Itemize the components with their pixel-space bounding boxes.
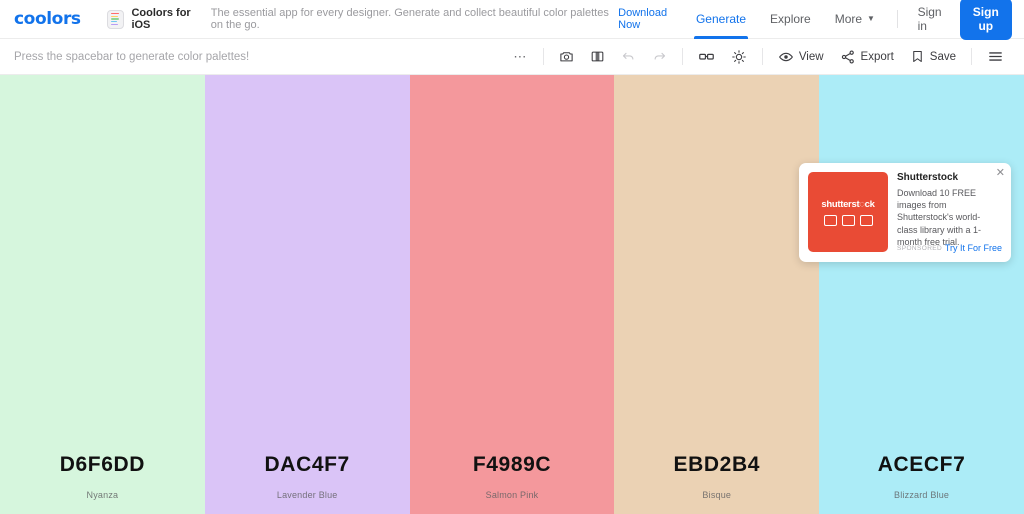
brightness-button[interactable]	[723, 45, 755, 69]
bookmark-icon	[913, 50, 922, 63]
nav-divider	[896, 10, 898, 28]
view-label: View	[798, 50, 824, 63]
colorblind-button[interactable]	[690, 44, 723, 69]
swatch-name-5: Blizzard Blue	[894, 490, 950, 500]
promo-text: The essential app for every designer. Ge…	[210, 7, 609, 31]
eye-icon	[778, 52, 793, 61]
nav-item-explore[interactable]: Explore	[758, 0, 823, 39]
ad-body: Shutterstock Download 10 FREE images fro…	[897, 172, 1002, 253]
camera-button[interactable]	[551, 45, 582, 68]
export-label: Export	[860, 50, 894, 63]
top-header: coolors Coolors for iOS The essential ap…	[0, 0, 1024, 40]
redo-icon	[654, 52, 665, 60]
nav-label-more: More	[834, 12, 863, 26]
ad-sponsored-label: SPONSORED	[897, 244, 943, 252]
toolbar-divider-4	[971, 48, 972, 65]
color-swatch-5[interactable]: ACECF7 Blizzard Blue	[819, 75, 1024, 514]
color-swatch-1[interactable]: D6F6DD Nyanza	[0, 75, 205, 514]
contrast-panel-button[interactable]	[582, 45, 613, 68]
shutterstock-logo-tile: shutterst◌ck	[808, 172, 888, 252]
swatch-hex-5[interactable]: ACECF7	[878, 453, 966, 477]
sign-up-button[interactable]: Sign up	[959, 0, 1012, 40]
ios-promo-banner: Coolors for iOS The essential app for ev…	[106, 7, 684, 31]
nav-label-explore: Explore	[770, 12, 811, 26]
redo-button[interactable]	[644, 45, 675, 68]
chevron-down-icon: ▼	[867, 13, 875, 23]
menu-button[interactable]	[979, 44, 1012, 69]
coolors-logo[interactable]: coolors	[14, 9, 81, 29]
swatch-hex-3[interactable]: F4989C	[473, 453, 551, 477]
ios-app-icon	[106, 9, 125, 29]
swatch-name-3: Salmon Pink	[485, 490, 539, 500]
nav-label-generate: Generate	[695, 12, 747, 26]
contrast-panel-icon	[591, 51, 604, 62]
spacebar-hint: Press the spacebar to generate color pal…	[14, 50, 250, 63]
undo-button[interactable]	[613, 45, 644, 68]
sun-icon	[732, 49, 746, 64]
toolbar-actions: ⋯ View Export Save	[505, 44, 1012, 69]
ellipsis-icon[interactable]: ⋯	[505, 49, 536, 65]
camera-icon	[560, 52, 573, 62]
camera-icon	[823, 214, 837, 226]
palette-toolbar: Press the spacebar to generate color pal…	[0, 39, 1024, 75]
swatch-name-1: Nyanza	[86, 490, 119, 500]
swatch-hex-2[interactable]: DAC4F7	[265, 453, 350, 477]
ad-brand-title: Shutterstock	[897, 172, 959, 183]
shutterstock-media-icons	[823, 214, 873, 226]
toolbar-divider	[542, 48, 544, 65]
coolors-app: coolors Coolors for iOS The essential ap…	[0, 0, 1024, 514]
music-note-icon	[841, 214, 855, 226]
ad-footer: SPONSORED Try It For Free	[897, 243, 1002, 253]
swatch-name-4: Bisque	[702, 490, 732, 500]
glasses-icon	[698, 53, 714, 60]
download-now-link[interactable]: Download Now	[618, 7, 684, 31]
video-play-icon	[859, 214, 873, 226]
save-button[interactable]: Save	[902, 45, 964, 68]
shutterstock-wordmark: shutterst◌ck	[821, 198, 875, 210]
color-swatch-2[interactable]: DAC4F7 Lavender Blue	[204, 75, 410, 514]
color-swatch-4[interactable]: EBD2B4 Bisque	[614, 75, 820, 514]
save-label: Save	[929, 50, 956, 63]
export-button[interactable]: Export	[832, 45, 902, 69]
nav-item-generate[interactable]: Generate	[684, 0, 758, 39]
sponsored-ad-card[interactable]: shutterst◌ck Shutterstock Download 10 FR…	[799, 163, 1011, 262]
toolbar-divider-3	[761, 48, 763, 65]
hamburger-menu-icon	[989, 52, 1002, 61]
promo-title: Coolors for iOS	[131, 7, 191, 31]
nav-item-more[interactable]: More ▼	[823, 0, 887, 39]
swatch-name-2: Lavender Blue	[276, 490, 338, 500]
ad-description: Download 10 FREE images from Shutterstoc…	[897, 188, 982, 247]
swatch-hex-4[interactable]: EBD2B4	[674, 453, 760, 477]
toolbar-divider-2	[681, 48, 683, 65]
view-button[interactable]: View	[770, 45, 832, 69]
undo-icon	[622, 52, 634, 60]
swatch-hex-1[interactable]: D6F6DD	[60, 453, 145, 477]
ad-cta-link[interactable]: Try It For Free	[945, 243, 1002, 253]
sign-in-link[interactable]: Sign in	[908, 5, 952, 33]
share-nodes-icon	[841, 49, 854, 64]
main-nav: Generate Explore More ▼ Sign in Sign up	[684, 0, 1012, 40]
close-icon[interactable]: ✕	[996, 168, 1005, 179]
color-swatch-3[interactable]: F4989C Salmon Pink	[409, 75, 615, 514]
color-palette: D6F6DD Nyanza DAC4F7 Lavender Blue F4989…	[0, 75, 1024, 514]
